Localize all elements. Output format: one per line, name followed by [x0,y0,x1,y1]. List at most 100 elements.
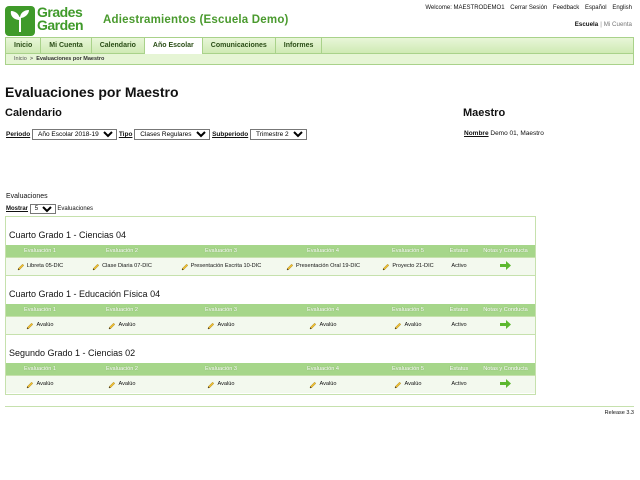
spanish-link[interactable]: Español [585,5,607,11]
status-text: Activo [451,322,467,328]
pencil-icon[interactable] [181,262,189,270]
pencil-icon[interactable] [309,380,317,388]
column-header-notas-y-conducta: Notas y Conducta [483,366,528,372]
pencil-icon[interactable] [207,380,215,388]
arrow-right-icon[interactable] [500,379,511,389]
evaluation-cell: Avalúo [170,376,272,393]
table-header-row: Evaluación 1 Evaluación 2 Evaluación 3 Eval… [6,363,535,375]
nombre-value: Demo 01, Maestro [490,130,544,137]
arrow-right-icon[interactable] [500,320,511,330]
table-header-row: Evaluación 1 Evaluación 2 Evaluación 3 Eval… [6,304,535,316]
school-link[interactable]: Escuela [575,21,598,28]
logo-wordmark: Grades Garden [37,5,84,32]
pencil-icon[interactable] [394,321,402,329]
tab-ano-escolar[interactable]: Año Escolar [144,38,203,54]
tab-mi-cuenta[interactable]: Mi Cuenta [41,38,92,53]
group-title: Segundo Grado 1 - Ciencias 02 [9,348,136,358]
group-title: Cuarto Grado 1 - Ciencias 04 [9,230,127,240]
evaluation-cell: Avalúo [374,317,442,334]
evaluation-link[interactable]: Avalúo [404,381,421,387]
tab-comunicaciones[interactable]: Comunicaciones [203,38,276,53]
evaluation-link[interactable]: Avalúo [36,322,53,328]
column-header-notas-y-conducta: Notas y Conducta [483,248,528,254]
pencil-icon[interactable] [17,262,25,270]
logout-link[interactable]: Cerrar Sesión [510,5,547,11]
pencil-icon[interactable] [207,321,215,329]
mostrar-row: Mostrar 5 Evaluaciones [6,204,93,214]
evaluation-cell: Avalúo [74,317,170,334]
column-header-evaluacion-1: Evaluación 1 [23,307,57,313]
mostrar-select[interactable]: 5 [29,204,56,214]
pencil-icon[interactable] [26,321,34,329]
breadcrumb-separator: > [29,56,34,62]
evaluation-link[interactable]: Clase Diaria 07-DIC [102,263,152,269]
evaluation-group: Cuarto Grado 1 - Ciencias 04 Evaluación 1… [6,217,535,276]
evaluation-link[interactable]: Presentación Oral 19-DIC [296,263,360,269]
evaluation-link[interactable]: Presentación Escrita 10-DIC [191,263,262,269]
evaluation-link[interactable]: Avalúo [319,322,336,328]
table-row: Libreta 05-DIC Clase Diaria 07-DIC Present… [6,257,535,275]
arrow-right-icon[interactable] [500,261,511,271]
evaluation-cell: Avalúo [74,376,170,393]
evaluation-cell: Presentación Escrita 10-DIC [170,258,272,275]
notas-y-conducta-cell [476,317,535,334]
tab-inicio[interactable]: Inicio [6,38,42,53]
pencil-icon[interactable] [26,380,34,388]
column-header-notas-y-conducta: Notas y Conducta [483,307,528,313]
my-account-link[interactable]: Mi Cuenta [604,21,632,28]
tab-calendario[interactable]: Calendario [92,38,145,53]
pencil-icon[interactable] [309,321,317,329]
evaluation-link[interactable]: Avalúo [36,381,53,387]
calendar-filters: Periodo Año Escolar 2018-19 Tipo Clases … [6,129,307,140]
pencil-icon[interactable] [92,262,100,270]
periodo-select[interactable]: Año Escolar 2018-19 [32,129,118,140]
column-header-evaluacion-4: Evaluación 4 [306,248,340,254]
evaluation-link[interactable]: Avalúo [217,322,234,328]
pencil-icon[interactable] [286,262,294,270]
column-header-evaluacion-5: Evaluación 5 [391,366,425,372]
top-links: Welcome: MAESTRODEMO1 Cerrar Sesión Feed… [421,5,632,11]
tab-informes[interactable]: Informes [276,38,323,53]
evaluations-panel: Cuarto Grado 1 - Ciencias 04 Evaluación 1… [5,216,536,395]
mostrar-suffix: Evaluaciones [57,206,94,212]
subperiodo-select[interactable]: Trimestre 2 [249,129,307,140]
column-header-evaluacion-1: Evaluación 1 [23,366,57,372]
column-header-evaluacion-4: Evaluación 4 [306,307,340,313]
column-header-evaluacion-5: Evaluación 5 [391,307,425,313]
column-header-evaluacion-5: Evaluación 5 [391,248,425,254]
evaluation-group: Segundo Grado 1 - Ciencias 02 Evaluación … [6,335,535,394]
column-header-evaluacion-2: Evaluación 2 [105,307,139,313]
page-title: Evaluaciones por Maestro [5,84,179,100]
tipo-label: Tipo [118,131,133,138]
pencil-icon[interactable] [108,321,116,329]
evaluation-link[interactable]: Libreta 05-DIC [27,263,63,269]
breadcrumb-current: Evaluaciones por Maestro [36,56,105,62]
pencil-icon[interactable] [382,262,390,270]
pencil-icon[interactable] [108,380,116,388]
evaluation-cell: Avalúo [6,317,74,334]
notas-y-conducta-cell [476,376,535,393]
evaluation-cell: Proyecto 21-DIC [374,258,442,275]
column-header-evaluacion-1: Evaluación 1 [23,248,57,254]
column-header-estatus: Estatus [449,248,469,254]
column-header-estatus: Estatus [449,366,469,372]
evaluation-link[interactable]: Proyecto 21-DIC [392,263,433,269]
evaluation-link[interactable]: Avalúo [217,381,234,387]
table-row: Avalúo Avalúo Avalúo Avalúo Avalúo Activo [6,316,535,334]
grades-garden-logo[interactable]: Grades Garden [5,5,95,36]
english-link[interactable]: English [612,5,632,11]
column-header-estatus: Estatus [449,307,469,313]
maestro-info: Nombre Demo 01, Maestro [464,130,544,137]
evaluation-link[interactable]: Avalúo [118,381,135,387]
evaluation-link[interactable]: Avalúo [404,322,421,328]
main-nav: Inicio Mi Cuenta Calendario Año Escolar … [5,37,634,54]
school-links: Escuela | Mi Cuenta [575,21,632,28]
evaluation-link[interactable]: Avalúo [319,381,336,387]
evaluation-link[interactable]: Avalúo [118,322,135,328]
tipo-select[interactable]: Clases Regulares [134,129,211,140]
column-header-evaluacion-3: Evaluación 3 [204,248,238,254]
pencil-icon[interactable] [394,380,402,388]
breadcrumb-home[interactable]: Inicio [14,56,27,62]
breadcrumb: Inicio > Evaluaciones por Maestro [5,54,634,65]
feedback-link[interactable]: Feedback [553,5,579,11]
